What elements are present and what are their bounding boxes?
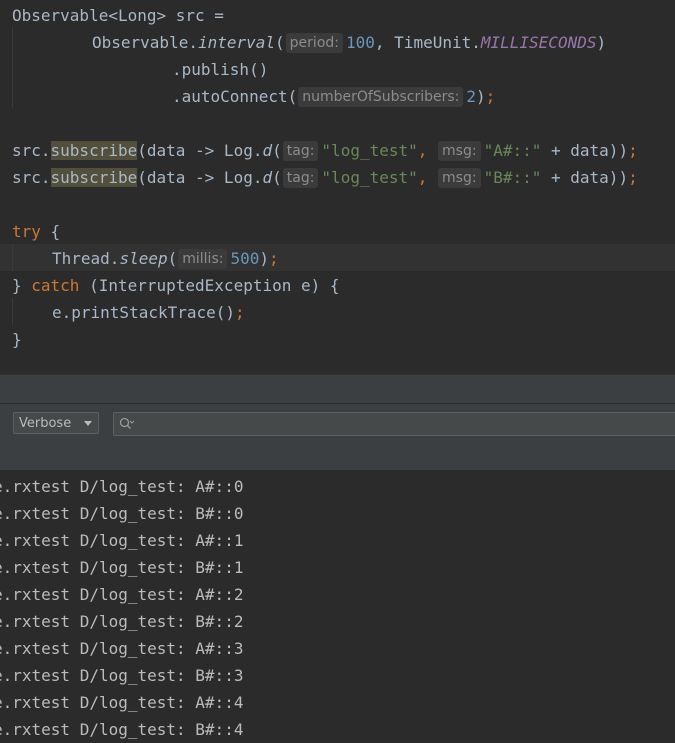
log-line: e.rxtest D/log_test: A#::2 <box>0 585 244 604</box>
code-line-try: try { <box>12 222 61 241</box>
code-line-subscribe-a: src.subscribe(data -> Log.d(tag: "log_tes… <box>12 141 638 161</box>
search-icon <box>119 417 135 429</box>
code-editor[interactable]: Observable<Long> src = Observable.interv… <box>0 0 675 374</box>
logcat-output[interactable]: e.rxtest D/log_test: A#::0 e.rxtest D/lo… <box>0 470 675 742</box>
logcat-search-input[interactable] <box>136 413 660 437</box>
log-line: e.rxtest D/log_test: A#::0 <box>0 477 244 496</box>
param-hint: period: <box>285 33 343 53</box>
logcat-search-box[interactable] <box>113 412 675 437</box>
param-hint: tag: <box>282 141 319 161</box>
code-line-print: e.printStackTrace(); <box>52 303 245 322</box>
log-line: e.rxtest D/log_test: B#::3 <box>0 666 244 685</box>
log-line: e.rxtest D/log_test: A#::3 <box>0 639 244 658</box>
code-line-sleep: Thread.sleep(millis: 500); <box>52 249 279 269</box>
log-line: e.rxtest D/log_test: B#::0 <box>0 504 244 523</box>
param-hint: msg: <box>438 168 481 188</box>
param-hint: msg: <box>438 141 481 161</box>
log-line: e.rxtest D/log_test: A#::4 <box>0 693 244 712</box>
code-line-3: .publish() <box>172 60 269 79</box>
log-line: e.rxtest D/log_test: B#::2 <box>0 612 244 631</box>
log-level-value: Verbose <box>19 416 72 431</box>
log-line: e.rxtest D/log_test: A#::1 <box>0 531 244 550</box>
code-line-catch: } catch (InterruptedException e) { <box>12 276 340 295</box>
code-line-close: } <box>12 330 22 349</box>
param-hint: numberOfSubscribers: <box>298 87 464 107</box>
log-line: e.rxtest D/log_test: B#::1 <box>0 558 244 577</box>
log-level-select[interactable]: Verbose <box>13 412 99 434</box>
param-hint: millis: <box>178 249 228 269</box>
indent-guide <box>12 298 13 325</box>
chevron-down-icon <box>84 421 92 426</box>
code-line-1: Observable<Long> src = <box>12 6 224 25</box>
param-hint: tag: <box>282 168 319 188</box>
code-line-2: Observable.interval(period: 100, TimeUnit… <box>92 33 607 53</box>
logcat-toolbar: Verbose <box>0 403 675 471</box>
indent-guide <box>12 27 13 108</box>
indent-guide <box>12 244 13 271</box>
panel-divider[interactable] <box>0 374 675 403</box>
log-line: e.rxtest D/log_test: B#::4 <box>0 720 244 739</box>
code-line-4: .autoConnect(numberOfSubscribers: 2); <box>172 87 496 107</box>
code-line-subscribe-b: src.subscribe(data -> Log.d(tag: "log_tes… <box>12 168 638 188</box>
